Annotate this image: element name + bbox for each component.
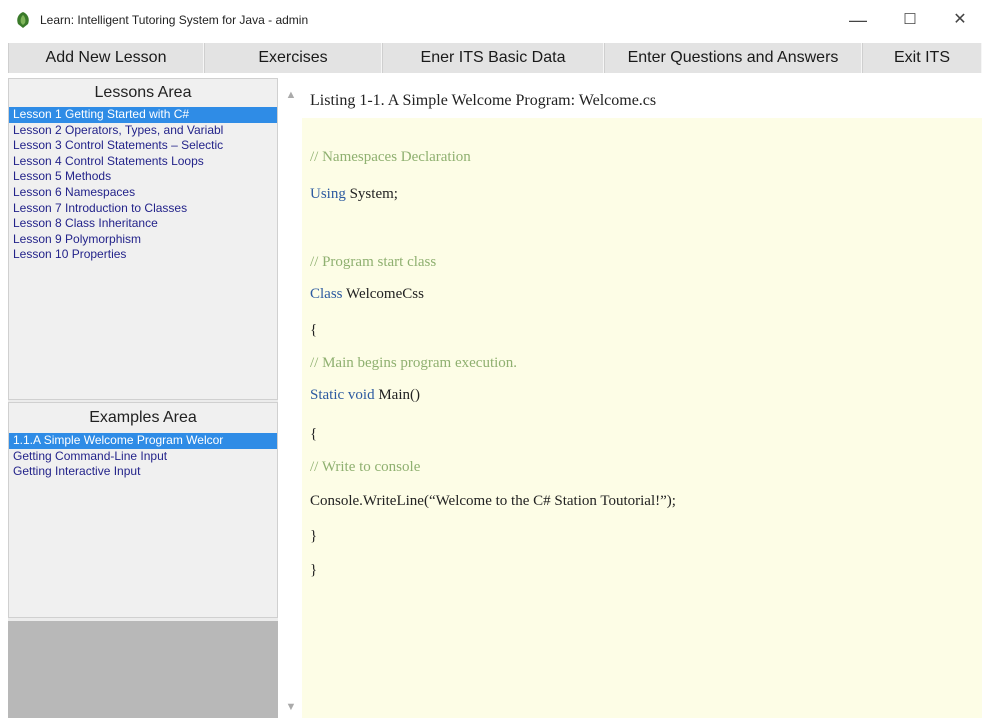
lesson-item[interactable]: Lesson 5 Methods xyxy=(9,169,277,185)
code-comment: // Main begins program execution. xyxy=(310,355,518,371)
code-keyword: Class xyxy=(310,286,343,302)
code-line: Using System; xyxy=(310,186,398,203)
code-brace: { xyxy=(310,322,318,338)
maximize-button[interactable]: ☐ xyxy=(890,6,930,34)
lesson-item[interactable]: Lesson 8 Class Inheritance xyxy=(9,216,277,232)
lesson-item[interactable]: Lesson 9 Polymorphism xyxy=(9,232,277,248)
lesson-item[interactable]: Lesson 4 Control Statements Loops xyxy=(9,154,277,170)
lesson-item[interactable]: Lesson 3 Control Statements – Selectic xyxy=(9,138,277,154)
code-comment: // Program start class xyxy=(310,254,437,270)
scroll-up-icon[interactable]: ▲ xyxy=(282,86,300,104)
example-item[interactable]: Getting Command-Line Input xyxy=(9,449,277,465)
minimize-button[interactable]: — xyxy=(838,6,878,34)
close-button[interactable]: ✕ xyxy=(940,6,980,34)
lesson-content-area: Listing 1-1. A Simple Welcome Program: W… xyxy=(302,82,982,718)
example-item[interactable]: 1.1.A Simple Welcome Program Welcor xyxy=(9,433,277,449)
code-line: Static void Main() xyxy=(310,387,420,404)
lesson-item[interactable]: Lesson 2 Operators, Types, and Variabl xyxy=(9,123,277,139)
code-brace: } xyxy=(310,528,318,544)
code-line: Console.WriteLine(“Welcome to the C# Sta… xyxy=(310,493,676,509)
app-logo-icon xyxy=(17,12,29,28)
code-comment: // Namespaces Declaration xyxy=(310,149,471,165)
code-comment: // Write to console xyxy=(310,459,421,475)
code-text: WelcomeCss xyxy=(342,286,424,302)
title-bar: Learn: Intelligent Tutoring System for J… xyxy=(0,0,982,40)
code-text: System; xyxy=(345,186,398,202)
left-empty-area xyxy=(8,621,278,718)
lesson-item[interactable]: Lesson 10 Properties xyxy=(9,247,277,263)
code-text: Main() xyxy=(374,387,420,403)
lessons-heading: Lessons Area xyxy=(94,84,192,101)
code-keyword: Static void xyxy=(310,387,375,403)
code-line: Class WelcomeCss xyxy=(310,286,424,303)
exit-its-button[interactable]: Exit ITS xyxy=(862,43,982,73)
enter-basic-data-button[interactable]: Ener ITS Basic Data xyxy=(382,43,604,73)
enter-questions-answers-button[interactable]: Enter Questions and Answers xyxy=(604,43,862,73)
listing-title: Listing 1-1. A Simple Welcome Program: W… xyxy=(310,92,657,109)
code-brace: { xyxy=(310,426,318,442)
lessons-panel: Lessons Area Lesson 1 Getting Started wi… xyxy=(8,78,278,400)
exercises-button[interactable]: Exercises xyxy=(204,43,382,73)
lesson-item[interactable]: Lesson 7 Introduction to Classes xyxy=(9,201,277,217)
window-title: Learn: Intelligent Tutoring System for J… xyxy=(40,13,309,27)
menu-bar: Add New Lesson Exercises Ener ITS Basic … xyxy=(8,43,982,73)
examples-heading: Examples Area xyxy=(89,409,197,426)
lesson-item[interactable]: Lesson 6 Namespaces xyxy=(9,185,277,201)
listing-header: Listing 1-1. A Simple Welcome Program: W… xyxy=(302,82,982,118)
add-new-lesson-button[interactable]: Add New Lesson xyxy=(8,43,204,73)
lesson-item[interactable]: Lesson 1 Getting Started with C# xyxy=(9,107,277,123)
code-brace: } xyxy=(310,562,318,578)
scroll-down-icon[interactable]: ▼ xyxy=(282,698,300,716)
code-keyword: Using xyxy=(310,186,346,202)
examples-panel: Examples Area 1.1.A Simple Welcome Progr… xyxy=(8,402,278,618)
example-item[interactable]: Getting Interactive Input xyxy=(9,464,277,480)
left-sidebar: Lessons Area Lesson 1 Getting Started wi… xyxy=(8,78,278,718)
